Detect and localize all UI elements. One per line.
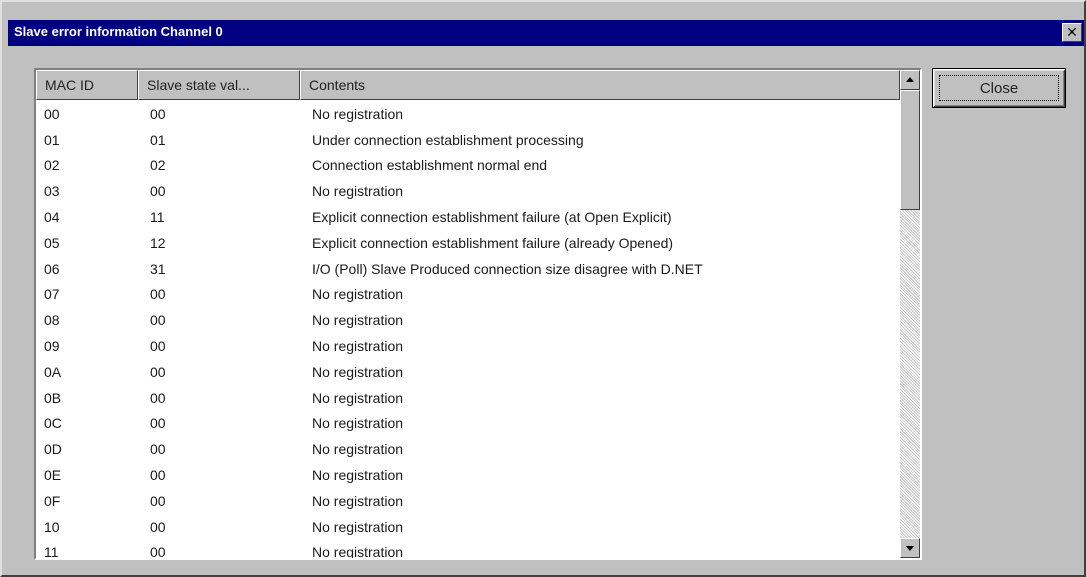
slave-state-cell: 00 (150, 518, 166, 535)
table-row[interactable]: 11 00 No registration (36, 540, 900, 558)
mac-id-cell: 09 (44, 338, 60, 355)
slave-state-cell: 00 (150, 312, 166, 329)
mac-id-cell: 10 (44, 518, 60, 535)
contents-cell: No registration (312, 312, 404, 329)
mac-id-cell: 0E (44, 467, 62, 484)
table-row[interactable]: 05 12 Explicit connection establishment fa… (36, 230, 900, 256)
table-row[interactable]: 0D 00 No registration (36, 436, 900, 462)
scroll-up-button[interactable] (900, 70, 920, 90)
slave-state-cell: 00 (150, 389, 166, 406)
mac-id-cell: 08 (44, 312, 60, 329)
contents-cell: No registration (312, 518, 404, 535)
list-viewport: MAC ID Slave state val... Contents 00 00 N… (36, 70, 900, 558)
table-row[interactable]: 00 00 No registration (36, 101, 900, 127)
table-row[interactable]: 02 02 Connection establishment normal end (36, 153, 900, 179)
mac-id-cell: 0A (44, 363, 62, 380)
slave-state-cell: 11 (150, 209, 165, 226)
slave-state-cell: 00 (150, 467, 166, 484)
slave-state-cell: 00 (150, 338, 166, 355)
table-row[interactable]: 0C 00 No registration (36, 411, 900, 437)
table-row[interactable]: 03 00 No registration (36, 178, 900, 204)
slave-state-cell: 00 (150, 183, 166, 200)
slave-state-cell: 00 (150, 544, 166, 558)
slave-state-cell: 00 (150, 492, 166, 509)
dialog-window: Slave error information Channel 0 ✕ MAC … (0, 0, 1086, 577)
table-row[interactable]: 01 01 Under connection establishment proce… (36, 127, 900, 153)
slave-state-cell: 31 (150, 260, 166, 277)
column-header-mac-id[interactable]: MAC ID (36, 70, 138, 100)
mac-id-cell: 07 (44, 286, 60, 303)
arrow-up-icon (906, 77, 914, 82)
slave-state-cell: 01 (150, 131, 166, 148)
table-row[interactable]: 10 00 No registration (36, 514, 900, 540)
slave-error-list: MAC ID Slave state val... Contents 00 00 N… (34, 68, 922, 560)
contents-cell: No registration (312, 105, 404, 122)
arrow-down-icon (906, 546, 914, 551)
contents-cell: No registration (312, 286, 404, 303)
table-row[interactable]: 06 31 I/O (Poll) Slave Produced connection… (36, 256, 900, 282)
vertical-scrollbar[interactable] (900, 70, 920, 558)
slave-state-cell: 00 (150, 363, 166, 380)
mac-id-cell: 02 (44, 157, 60, 174)
mac-id-cell: 0F (44, 492, 61, 509)
scroll-down-button[interactable] (900, 538, 920, 558)
table-row[interactable]: 0F 00 No registration (36, 488, 900, 514)
column-header-slave-state-value[interactable]: Slave state val... (138, 70, 300, 100)
mac-id-cell: 0D (44, 441, 62, 458)
contents-cell: No registration (312, 389, 404, 406)
list-header: MAC ID Slave state val... Contents (36, 70, 900, 100)
slave-state-cell: 02 (150, 157, 166, 174)
contents-cell: No registration (312, 183, 404, 200)
contents-cell: No registration (312, 467, 404, 484)
contents-cell: I/O (Poll) Slave Produced connection siz… (312, 260, 703, 277)
contents-cell: No registration (312, 363, 404, 380)
table-row[interactable]: 0B 00 No registration (36, 385, 900, 411)
table-row[interactable]: 07 00 No registration (36, 282, 900, 308)
close-icon[interactable]: ✕ (1062, 23, 1082, 42)
slave-state-cell: 12 (150, 234, 166, 251)
mac-id-cell: 11 (44, 544, 59, 558)
contents-cell: Explicit connection establishment failur… (312, 209, 672, 226)
title-bar[interactable]: Slave error information Channel 0 ✕ (8, 20, 1084, 46)
mac-id-cell: 01 (44, 131, 60, 148)
table-row[interactable]: 0E 00 No registration (36, 462, 900, 488)
contents-cell: No registration (312, 544, 404, 558)
slave-state-cell: 00 (150, 441, 166, 458)
contents-cell: Under connection establishment processin… (312, 131, 584, 148)
contents-cell: No registration (312, 492, 404, 509)
contents-cell: No registration (312, 441, 404, 458)
table-row[interactable]: 0A 00 No registration (36, 359, 900, 385)
mac-id-cell: 03 (44, 183, 60, 200)
contents-cell: No registration (312, 338, 404, 355)
contents-cell: Explicit connection establishment failur… (312, 234, 674, 251)
mac-id-cell: 05 (44, 234, 60, 251)
slave-state-cell: 00 (150, 105, 166, 122)
table-row[interactable]: 08 00 No registration (36, 307, 900, 333)
slave-state-cell: 00 (150, 415, 166, 432)
table-row[interactable]: 09 00 No registration (36, 333, 900, 359)
list-rows: 00 00 No registration 01 01 Under connection … (36, 101, 900, 558)
table-row[interactable]: 04 11 Explicit connection establishment fa… (36, 204, 900, 230)
mac-id-cell: 04 (44, 209, 60, 226)
close-button-label: Close (979, 80, 1019, 97)
mac-id-cell: 06 (44, 260, 60, 277)
mac-id-cell: 0B (44, 389, 62, 406)
contents-cell: No registration (312, 415, 404, 432)
column-header-contents[interactable]: Contents (300, 70, 900, 100)
mac-id-cell: 00 (44, 105, 60, 122)
mac-id-cell: 0C (44, 415, 62, 432)
window-title: Slave error information Channel 0 (14, 24, 223, 39)
close-button[interactable]: Close (932, 68, 1066, 108)
scroll-thumb[interactable] (900, 90, 920, 210)
slave-state-cell: 00 (150, 286, 166, 303)
contents-cell: Connection establishment normal end (312, 157, 548, 174)
